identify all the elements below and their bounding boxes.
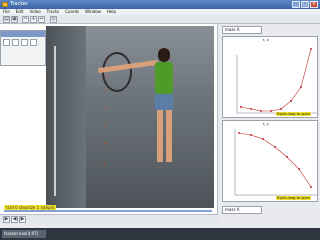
maximize-button[interactable]: □ (301, 1, 309, 8)
y-series-line (238, 132, 312, 188)
y-point (310, 186, 312, 188)
tab-label: mass A (225, 27, 240, 32)
x-point (240, 106, 242, 108)
toolbar: ▤ ▣ ✂ ✛ ↔ ◎ mass A 1.000 (0, 15, 320, 38)
video-frame[interactable]: * * * * * * * (46, 26, 214, 208)
step-forward-icon[interactable]: ▶ (19, 216, 26, 223)
plot-x-svg (236, 48, 317, 114)
tool-button[interactable] (3, 39, 10, 46)
app-window: Tracker _ □ × File Edit Video Tracks Coo… (0, 0, 320, 240)
x-point (280, 108, 282, 110)
y-point (238, 132, 240, 134)
x-point (260, 110, 262, 112)
railing (54, 46, 88, 196)
plot-x[interactable]: t, x Right-drag to open (222, 36, 318, 118)
bottom-tab-label: mass A (225, 207, 240, 212)
torso (155, 62, 173, 94)
y-point (298, 168, 300, 170)
track-marker[interactable]: * (106, 75, 109, 80)
x-point (300, 86, 302, 88)
y-point (274, 146, 276, 148)
plot-x-fit-label: Right-drag to open (276, 112, 311, 116)
y-point (262, 138, 264, 140)
step-back-icon[interactable]: ◀ (11, 216, 18, 223)
floating-tool-pane (0, 30, 46, 66)
x-point (310, 48, 312, 50)
player-bar: ▶ ◀ ▶ (0, 214, 218, 224)
x-point (250, 108, 252, 110)
tab-bottom-mass-a[interactable]: mass A (222, 206, 262, 214)
title-bar: Tracker _ □ × (0, 0, 320, 9)
tool-button[interactable] (21, 39, 28, 46)
plot-y-svg (234, 129, 317, 196)
x-point (290, 100, 292, 102)
save-icon[interactable]: ▣ (11, 16, 18, 23)
app-icon (2, 2, 8, 7)
y-point (286, 156, 288, 158)
track-marker[interactable]: * (103, 163, 106, 168)
plot-panel: mass A t, x Right-drag to open t, y Righ… (220, 24, 320, 214)
track-icon[interactable]: ◎ (50, 16, 57, 23)
x-point (270, 110, 272, 112)
frame-slider[interactable] (4, 210, 212, 212)
tape-icon[interactable]: ↔ (38, 16, 45, 23)
track-marker[interactable]: * (104, 143, 107, 148)
app-title: Tracker (10, 1, 29, 7)
track-marker[interactable]: * (105, 107, 108, 112)
taskbar (0, 228, 320, 240)
trail-label: trail 0 stepsize 1 (steps) (4, 205, 57, 210)
open-icon[interactable]: ▤ (3, 16, 10, 23)
close-button[interactable]: × (310, 1, 318, 8)
taskbar-item[interactable]: tracker.exe(4.97) (2, 230, 46, 238)
track-marker[interactable]: * (104, 125, 107, 130)
minimize-button[interactable]: _ (292, 1, 300, 8)
track-marker[interactable]: * (106, 61, 109, 66)
leg-right (166, 110, 172, 162)
tab-mass-a[interactable]: mass A (222, 26, 262, 34)
person (97, 48, 180, 198)
clip-icon[interactable]: ✂ (22, 16, 29, 23)
tool-button[interactable] (30, 39, 37, 46)
play-icon[interactable]: ▶ (3, 216, 10, 223)
tool-button[interactable] (12, 39, 19, 46)
pane-header (1, 31, 45, 37)
plot-y[interactable]: t, y Right-drag to open (222, 120, 318, 202)
track-marker[interactable]: * (105, 90, 108, 95)
axes-icon[interactable]: ✛ (30, 16, 37, 23)
leg-left (157, 110, 163, 162)
shorts (155, 94, 173, 110)
x-series-line (240, 48, 312, 112)
y-point (250, 134, 252, 136)
head (158, 48, 170, 62)
plot-y-fit-label: Right-drag to open (276, 196, 311, 200)
